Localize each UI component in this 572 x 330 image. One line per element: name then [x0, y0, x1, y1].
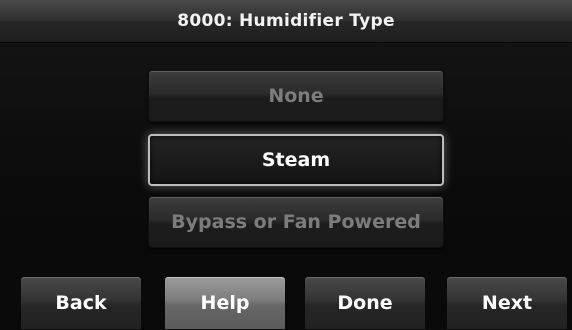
option-steam-button[interactable]: Steam	[148, 134, 444, 186]
option-none-button[interactable]: None	[148, 70, 444, 122]
option-bypass-fan-powered-button[interactable]: Bypass or Fan Powered	[148, 196, 444, 248]
back-button[interactable]: Back	[20, 276, 142, 330]
thermostat-screen: 8000: Humidifier Type None Steam Bypass …	[0, 0, 572, 330]
done-button[interactable]: Done	[304, 276, 426, 330]
next-button[interactable]: Next	[446, 276, 568, 330]
title-bar: 8000: Humidifier Type	[0, 0, 572, 43]
help-button[interactable]: Help	[164, 276, 286, 330]
page-title: 8000: Humidifier Type	[177, 11, 395, 31]
